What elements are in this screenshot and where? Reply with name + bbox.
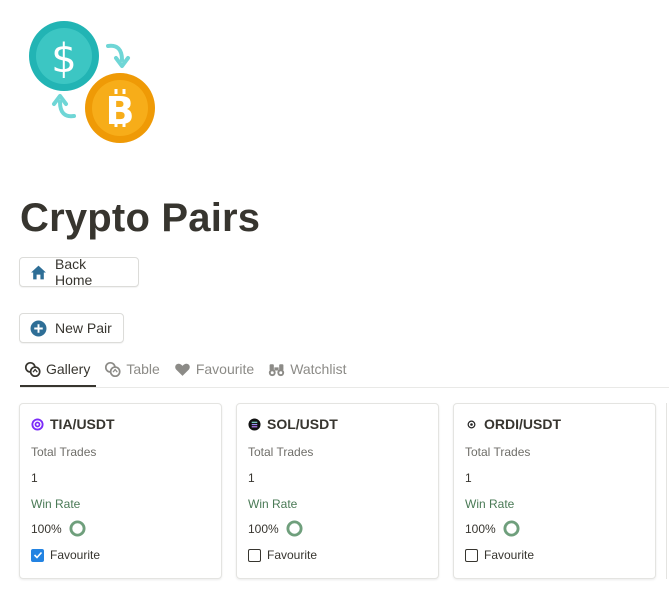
back-home-label: Back Home [55, 256, 93, 288]
celestia-icon [31, 417, 44, 431]
plus-circle-icon [30, 320, 47, 337]
page-title: Crypto Pairs [20, 196, 261, 240]
win-rate-ring-icon [503, 520, 520, 537]
total-trades-label: Total Trades [248, 445, 314, 459]
tab-table[interactable]: Table [98, 352, 165, 386]
tab-gallery[interactable]: Gallery [20, 352, 97, 387]
card-title: ORDI/USDT [484, 416, 561, 432]
total-trades-label: Total Trades [31, 445, 97, 459]
ordi-icon [465, 417, 478, 431]
win-rate-value: 100% [465, 521, 496, 536]
favourite-checkbox[interactable] [31, 548, 44, 562]
win-rate-label: Win Rate [248, 497, 298, 511]
win-rate-ring-icon [286, 520, 303, 537]
table-icon [104, 361, 121, 378]
total-trades-value: 1 [465, 471, 472, 485]
binoculars-icon [268, 361, 285, 378]
win-rate-label: Win Rate [465, 497, 515, 511]
tab-gallery-label: Gallery [46, 361, 91, 377]
gallery-icon [24, 361, 41, 378]
win-rate-value: 100% [31, 521, 62, 536]
tab-watchlist[interactable]: Watchlist [262, 352, 352, 386]
heart-icon [174, 361, 191, 378]
total-trades-label: Total Trades [465, 445, 531, 459]
svg-text:$: $ [51, 36, 76, 82]
win-rate-value: 100% [248, 521, 279, 536]
usd-to-bitcoin-exchange-icon: $ B [26, 16, 158, 148]
total-trades-value: 1 [31, 471, 38, 485]
favourite-checkbox[interactable] [465, 548, 478, 562]
card-title: TIA/USDT [50, 416, 115, 432]
win-rate-ring-icon [69, 520, 86, 537]
win-rate-label: Win Rate [31, 497, 81, 511]
tab-favourite-label: Favourite [195, 361, 255, 377]
gallery-card[interactable]: SOL/USDT Total Trades 1 Win Rate 100% Fa… [236, 403, 439, 579]
solana-icon [248, 417, 261, 431]
tab-favourite[interactable]: Favourite [168, 352, 260, 386]
favourite-label: Favourite [50, 548, 101, 562]
favourite-label: Favourite [267, 548, 318, 562]
tab-table-label: Table [126, 361, 160, 377]
tab-watchlist-label: Watchlist [290, 361, 347, 377]
new-pair-label: New Pair [55, 320, 112, 336]
card-title: SOL/USDT [267, 416, 338, 432]
home-icon [30, 264, 47, 281]
new-pair-button[interactable]: New Pair [19, 313, 124, 343]
favourite-label: Favourite [484, 548, 535, 562]
back-home-button[interactable]: Back Home [19, 256, 139, 288]
gallery-card[interactable]: ORDI/USDT Total Trades 1 Win Rate 100% F… [453, 403, 656, 579]
svg-text:B: B [106, 89, 135, 133]
favourite-checkbox[interactable] [248, 548, 261, 562]
total-trades-value: 1 [248, 471, 255, 485]
view-tabs: Gallery Table Favourite Watchlist [20, 352, 669, 388]
gallery-card[interactable]: TIA/USDT Total Trades 1 Win Rate 100% Fa… [19, 403, 222, 579]
